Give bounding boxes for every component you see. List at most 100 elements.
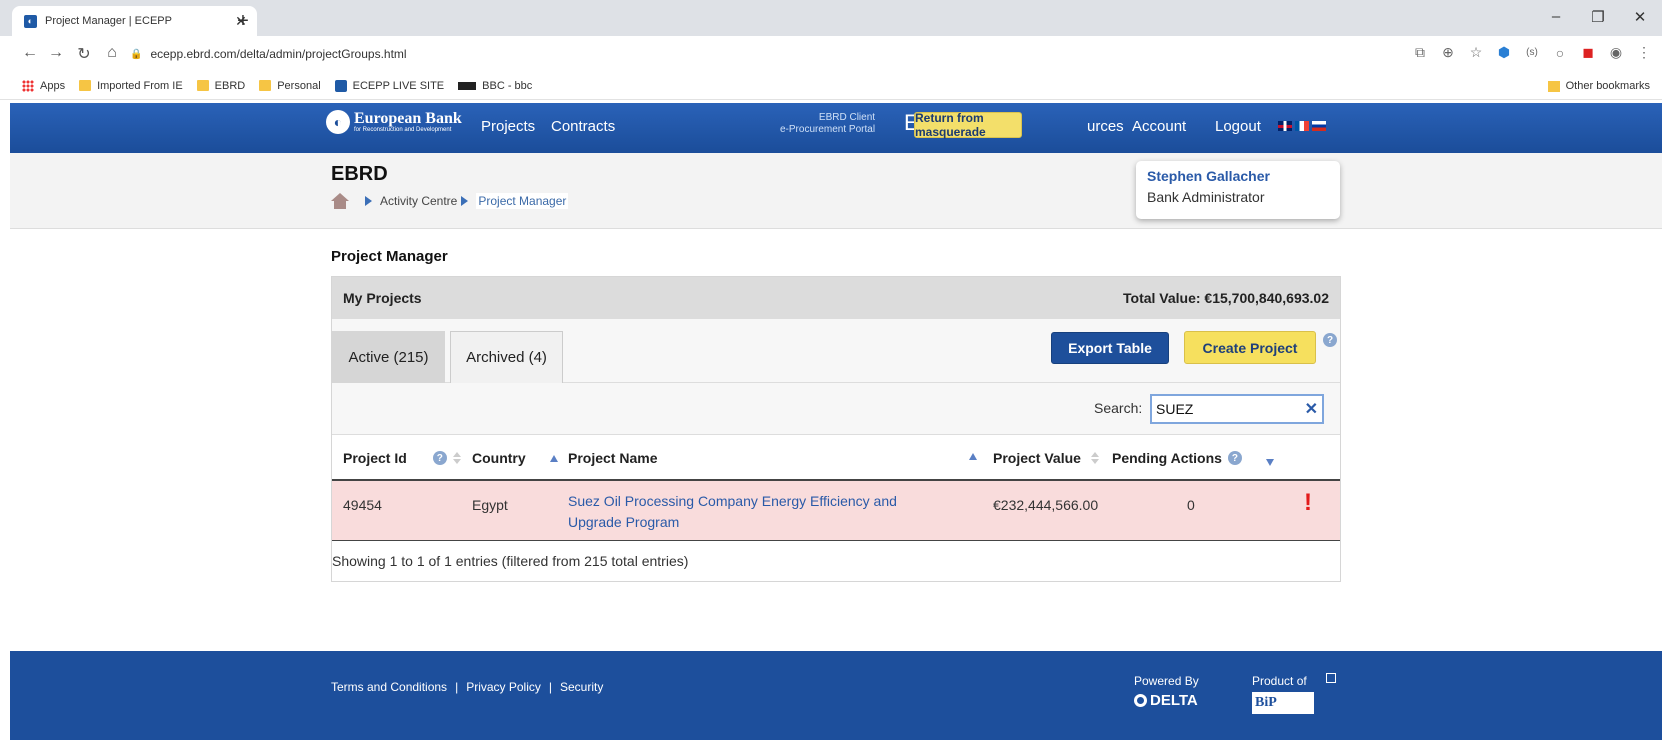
home-icon[interactable]: [331, 193, 349, 209]
alert-icon[interactable]: !: [1304, 489, 1312, 517]
user-name[interactable]: Stephen Gallacher: [1147, 168, 1329, 184]
minimize-icon[interactable]: –: [1546, 8, 1566, 25]
browser-tab[interactable]: ◐ Project Manager | ECEPP ✕: [12, 6, 257, 36]
return-from-masquerade-button[interactable]: Return from masquerade: [914, 111, 1022, 139]
export-table-button[interactable]: Export Table: [1051, 332, 1169, 364]
external-link-icon[interactable]: [1326, 673, 1336, 683]
extension-shield-icon[interactable]: ⬢: [1496, 44, 1512, 61]
powered-by[interactable]: Powered By DELTA: [1134, 674, 1199, 709]
sub-header: [10, 153, 1662, 229]
bookmark-star-icon[interactable]: ☆: [1468, 44, 1484, 61]
clear-search-icon[interactable]: ✕: [1305, 399, 1318, 419]
france-flag-icon[interactable]: [1295, 121, 1309, 131]
page-title: Project Manager: [331, 248, 448, 265]
bookmark-ebrd[interactable]: EBRD: [196, 80, 245, 92]
separator: |: [548, 680, 552, 694]
nav-account[interactable]: Account: [1132, 118, 1186, 135]
delta-logo-icon: [1134, 694, 1147, 707]
column-label: Project Id: [343, 450, 407, 466]
home-icon[interactable]: ⌂: [102, 44, 122, 62]
sort-icon[interactable]: [1090, 452, 1099, 464]
bookmark-ecepp-live[interactable]: ECEPP LIVE SITE: [334, 79, 444, 92]
bookmark-label: Imported From IE: [97, 79, 183, 92]
delta-logo: DELTA: [1134, 692, 1199, 709]
language-flags: [1278, 121, 1326, 131]
russia-flag-icon[interactable]: [1312, 121, 1326, 131]
user-role: Bank Administrator: [1147, 189, 1265, 205]
column-project-value[interactable]: Project Value: [993, 450, 1099, 466]
help-icon[interactable]: ?: [432, 451, 447, 465]
restore-icon[interactable]: ❐: [1588, 8, 1608, 26]
other-bookmarks-label: Other bookmarks: [1565, 80, 1650, 92]
column-project-id[interactable]: Project Id ?: [343, 450, 461, 466]
nav-contracts[interactable]: Contracts: [551, 118, 615, 135]
tab-active[interactable]: Active (215): [332, 331, 445, 383]
logo-name: European Bank: [354, 109, 462, 127]
back-icon[interactable]: ←: [20, 44, 40, 62]
search-field[interactable]: ✕: [1150, 394, 1324, 424]
terms-link[interactable]: Terms and Conditions: [331, 680, 447, 694]
bookmarks-bar: Apps Imported From IE EBRD Personal ECEP…: [0, 72, 1662, 100]
tab-archived[interactable]: Archived (4): [450, 331, 563, 383]
bookmark-personal[interactable]: Personal: [259, 79, 321, 92]
extension-icon[interactable]: (s): [1524, 47, 1540, 58]
portal-line1: EBRD Client: [818, 112, 876, 123]
help-icon[interactable]: ?: [1323, 333, 1337, 347]
panel-title: My Projects: [343, 290, 422, 306]
extension-circle-icon[interactable]: ○: [1552, 45, 1568, 61]
profile-icon[interactable]: ◉: [1608, 44, 1624, 61]
bookmark-imported-from-ie[interactable]: Imported From IE: [79, 80, 183, 92]
sort-ascending-icon[interactable]: [969, 453, 977, 460]
uk-flag-icon[interactable]: [1278, 121, 1292, 131]
cell-project-id: 49454: [343, 497, 382, 513]
cell-pending-actions: 0: [1187, 497, 1195, 513]
column-pending-actions[interactable]: Pending Actions ?: [1112, 450, 1242, 466]
delta-label: DELTA: [1150, 692, 1198, 709]
sort-icon[interactable]: [452, 452, 461, 464]
lock-icon: 🔒: [130, 48, 143, 60]
sort-descending-icon[interactable]: [1266, 459, 1274, 466]
bookmark-label: Personal: [277, 79, 321, 92]
product-of[interactable]: Product of BiP: [1252, 674, 1314, 714]
ebrd-logo-icon: ◐: [326, 110, 350, 134]
ebrd-logo[interactable]: ◐ European Bank for Reconstruction and D…: [326, 110, 462, 134]
bookmark-apps[interactable]: Apps: [22, 79, 65, 92]
address-bar[interactable]: 🔒 ecepp.ebrd.com/delta/admin/projectGrou…: [130, 42, 1410, 66]
breadcrumb-arrow-icon: [461, 196, 469, 206]
cell-project-name-link[interactable]: Suez Oil Processing Company Energy Effic…: [568, 491, 953, 533]
create-project-button[interactable]: Create Project: [1184, 331, 1316, 364]
search-input[interactable]: [1156, 401, 1296, 417]
portal-line2: e-Procurement Portal: [780, 124, 876, 135]
sort-ascending-icon[interactable]: [549, 454, 558, 462]
column-country[interactable]: Country: [472, 450, 558, 466]
reload-icon[interactable]: ↻: [74, 44, 94, 64]
breadcrumb-project-manager[interactable]: Project Manager: [476, 193, 569, 209]
security-link[interactable]: Security: [560, 680, 603, 694]
search-row: Search: ✕: [332, 383, 1340, 435]
help-icon[interactable]: ?: [1227, 451, 1242, 465]
logo-subtitle: for Reconstruction and Development: [354, 126, 452, 133]
menu-icon[interactable]: ⋮: [1636, 44, 1652, 61]
nav-resources[interactable]: urces: [1087, 118, 1124, 135]
breadcrumb-activity-centre[interactable]: Activity Centre: [380, 194, 457, 208]
nav-logout[interactable]: Logout: [1215, 118, 1261, 135]
ebrd-favicon-icon: [334, 79, 347, 92]
zoom-icon[interactable]: ⊕: [1440, 44, 1456, 61]
new-tab-icon[interactable]: +: [232, 10, 254, 33]
table-row[interactable]: 49454 Egypt Suez Oil Processing Company …: [332, 481, 1340, 541]
nav-projects[interactable]: Projects: [481, 118, 535, 135]
other-bookmarks[interactable]: Other bookmarks: [1547, 80, 1650, 92]
browser-tab-bar: ◐ Project Manager | ECEPP ✕ + – ❐ ✕: [0, 0, 1662, 36]
table-info: Showing 1 to 1 of 1 entries (filtered fr…: [332, 553, 689, 569]
total-value: Total Value: €15,700,840,693.02: [1123, 290, 1329, 306]
privacy-link[interactable]: Privacy Policy: [466, 680, 541, 694]
bookmark-bbc[interactable]: BBC - bbc: [458, 80, 532, 92]
forward-icon[interactable]: →: [46, 44, 66, 62]
apps-grid-icon: [22, 79, 34, 92]
column-project-name[interactable]: Project Name: [568, 450, 657, 466]
bbc-icon: [458, 81, 477, 90]
translate-icon[interactable]: ⧉: [1412, 44, 1428, 61]
close-window-icon[interactable]: ✕: [1630, 8, 1650, 26]
extension-red-icon[interactable]: ◼: [1580, 44, 1596, 61]
separator: |: [455, 680, 459, 694]
